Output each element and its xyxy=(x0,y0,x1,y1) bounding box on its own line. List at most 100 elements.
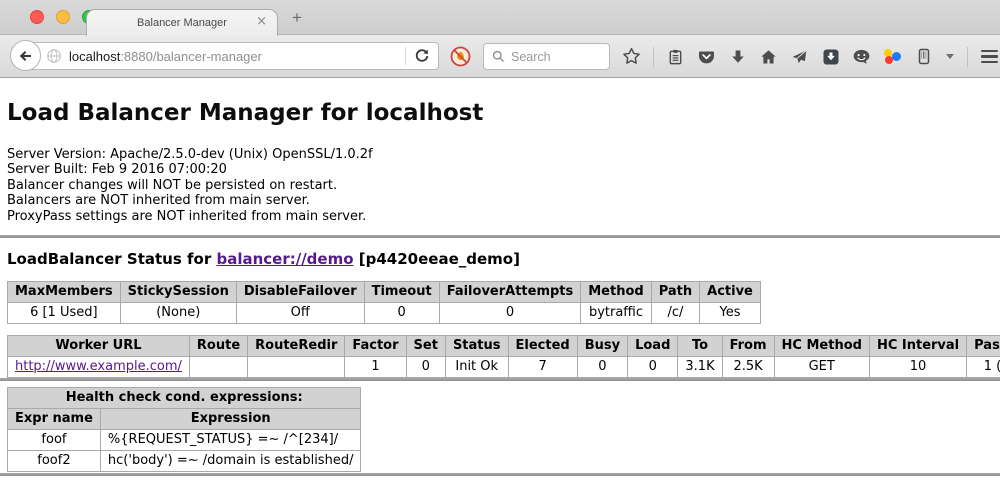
timeout-cell: 0 xyxy=(364,303,439,324)
bookmark-star-icon[interactable] xyxy=(622,47,641,67)
video-download-icon[interactable] xyxy=(821,47,840,67)
menu-icon[interactable] xyxy=(980,47,999,67)
window-close-button[interactable] xyxy=(30,10,44,24)
header-cell: Active xyxy=(700,282,761,303)
worker-url-cell: http://www.example.com/ xyxy=(8,357,190,378)
loadbalancer-status-heading: LoadBalancer Status for balancer://demo … xyxy=(7,250,1000,268)
note-line: Balancer changes will NOT be persisted o… xyxy=(7,178,1000,193)
section-divider xyxy=(0,235,1000,238)
expr-name-cell: foof2 xyxy=(8,451,101,472)
color-dots-icon[interactable] xyxy=(883,47,902,66)
header-cell: FailoverAttempts xyxy=(439,282,581,303)
browser-tab[interactable]: Balancer Manager × xyxy=(86,9,278,36)
tab-close-icon[interactable]: × xyxy=(256,14,267,29)
url-bar-divider xyxy=(405,47,406,65)
header-cell: Status xyxy=(445,336,508,357)
back-button[interactable] xyxy=(10,40,41,71)
hc-method-cell: GET xyxy=(774,357,869,378)
server-built-line: Server Built: Feb 9 2016 07:00:20 xyxy=(7,162,1000,177)
back-icon xyxy=(17,47,35,65)
caret-down-icon[interactable] xyxy=(945,47,955,67)
stickysession-cell: (None) xyxy=(120,303,236,324)
battery-icon[interactable] xyxy=(914,47,933,67)
table-header-row: Worker URL Route RouteRedir Factor Set S… xyxy=(8,336,1000,357)
disablefailover-cell: Off xyxy=(236,303,364,324)
section-divider xyxy=(0,378,1000,381)
chat-smiley-icon[interactable] xyxy=(852,47,871,67)
header-cell: Busy xyxy=(577,336,627,357)
route-cell xyxy=(189,357,247,378)
server-version-line: Server Version: Apache/2.5.0-dev (Unix) … xyxy=(7,147,1000,162)
page-title: Load Balancer Manager for localhost xyxy=(7,100,1000,126)
header-cell: Method xyxy=(581,282,651,303)
table-row: foof %{REQUEST_STATUS} =~ /^[234]/ xyxy=(8,430,361,451)
method-cell: bytraffic xyxy=(581,303,651,324)
pocket-icon[interactable] xyxy=(697,47,716,67)
reading-list-icon[interactable] xyxy=(666,47,685,67)
reload-icon[interactable] xyxy=(414,48,438,64)
home-icon[interactable] xyxy=(759,47,778,67)
expression-cell: %{REQUEST_STATUS} =~ /^[234]/ xyxy=(100,430,361,451)
failoverattempts-cell: 0 xyxy=(439,303,581,324)
header-cell: HC Method xyxy=(774,336,869,357)
active-cell: Yes xyxy=(700,303,761,324)
header-cell: Expr name xyxy=(8,409,101,430)
header-cell: Factor xyxy=(345,336,406,357)
new-tab-button[interactable]: + xyxy=(292,8,302,28)
toolbar-separator xyxy=(967,47,968,67)
load-cell: 0 xyxy=(628,357,678,378)
globe-icon xyxy=(46,48,62,64)
header-cell: MaxMembers xyxy=(8,282,121,303)
health-check-table: Health check cond. expressions: Expr nam… xyxy=(7,387,361,472)
tab-title: Balancer Manager xyxy=(137,17,227,29)
health-table-title: Health check cond. expressions: xyxy=(8,388,361,409)
to-cell: 3.1K xyxy=(678,357,722,378)
search-bar[interactable] xyxy=(483,43,610,70)
download-icon[interactable] xyxy=(728,47,747,67)
header-cell: Expression xyxy=(100,409,361,430)
navigation-toolbar: localhost:8880/balancer-manager xyxy=(0,35,1000,78)
header-cell: Set xyxy=(406,336,445,357)
header-cell: Passes xyxy=(967,336,1000,357)
page-bottom-divider xyxy=(0,473,1000,476)
blue-dot xyxy=(892,52,901,61)
hc-interval-cell: 10 xyxy=(869,357,966,378)
worker-url-link[interactable]: http://www.example.com/ xyxy=(15,359,182,374)
elected-cell: 7 xyxy=(508,357,577,378)
status-prefix: LoadBalancer Status for xyxy=(7,250,216,268)
header-cell: Path xyxy=(651,282,699,303)
header-cell: Worker URL xyxy=(8,336,190,357)
balancer-settings-table: MaxMembers StickySession DisableFailover… xyxy=(7,281,761,324)
window-minimize-button[interactable] xyxy=(56,10,70,24)
busy-cell: 0 xyxy=(577,357,627,378)
table-row: 6 [1 Used] (None) Off 0 0 bytraffic /c/ … xyxy=(8,303,761,324)
table-header-row: Expr name Expression xyxy=(8,409,361,430)
header-cell: RouteRedir xyxy=(248,336,345,357)
note-line: Balancers are NOT inherited from main se… xyxy=(7,193,1000,208)
expression-cell: hc('body') =~ /domain is established/ xyxy=(100,451,361,472)
page-content: Load Balancer Manager for localhost Serv… xyxy=(0,100,1000,476)
table-row: foof2 hc('body') =~ /domain is establish… xyxy=(8,451,361,472)
url-bar[interactable]: localhost:8880/balancer-manager xyxy=(25,42,439,70)
passes-cell: 1 (0) xyxy=(967,357,1000,378)
worker-row: http://www.example.com/ 1 0 Init Ok 7 0 … xyxy=(8,357,1000,378)
server-info: Server Version: Apache/2.5.0-dev (Unix) … xyxy=(7,147,1000,224)
header-cell: Elected xyxy=(508,336,577,357)
block-content-icon[interactable] xyxy=(447,42,473,70)
path-cell: /c/ xyxy=(651,303,699,324)
url-host: localhost xyxy=(69,49,120,64)
note-line: ProxyPass settings are NOT inherited fro… xyxy=(7,209,1000,224)
url-text[interactable]: localhost:8880/balancer-manager xyxy=(69,49,262,64)
search-input[interactable] xyxy=(511,50,596,64)
from-cell: 2.5K xyxy=(722,357,774,378)
header-cell: HC Interval xyxy=(869,336,966,357)
header-cell: DisableFailover xyxy=(236,282,364,303)
url-path: :8880/balancer-manager xyxy=(120,49,262,64)
send-icon[interactable] xyxy=(790,47,809,67)
expr-name-cell: foof xyxy=(8,430,101,451)
header-cell: StickySession xyxy=(120,282,236,303)
routeredir-cell xyxy=(248,357,345,378)
balancer-link[interactable]: balancer://demo xyxy=(216,250,353,268)
factor-cell: 1 xyxy=(345,357,406,378)
header-cell: To xyxy=(678,336,722,357)
